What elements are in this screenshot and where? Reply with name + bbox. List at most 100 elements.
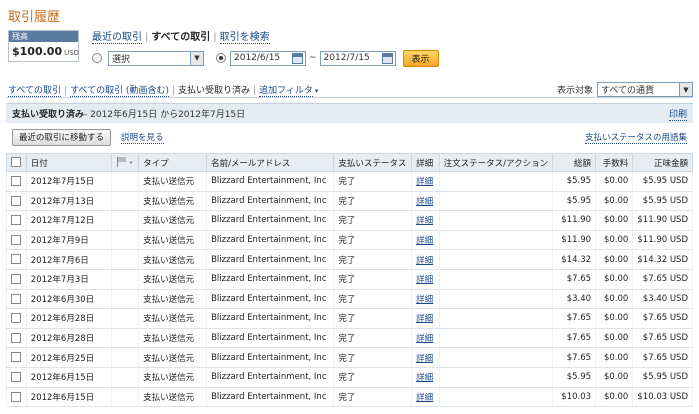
chevron-down-icon[interactable]: ▾ xyxy=(130,160,133,167)
cell-type: 支払い送信元 xyxy=(138,308,208,329)
show-button[interactable]: 表示 xyxy=(402,49,439,67)
row-checkbox[interactable] xyxy=(11,234,21,245)
cell-detail: 詳細 xyxy=(411,308,440,329)
transactions-table: 日付 ▾ タイプ 名前/メールアドレス 支払いステータス 詳細 注文ステータス/… xyxy=(6,153,693,408)
details-link[interactable]: 詳細 xyxy=(416,275,433,285)
cell-name: Blizzard Entertainment, Inc xyxy=(206,171,335,192)
cell-order xyxy=(438,230,554,251)
select-radio[interactable] xyxy=(92,53,102,63)
chevron-down-icon: ▼ xyxy=(679,83,692,96)
chevron-down-icon[interactable]: ▾ xyxy=(315,87,319,95)
subnav-separator: | xyxy=(253,86,257,96)
filter-row: 選択 ▼ 2012/6/15 ~ 2012/7/15 表示 xyxy=(92,49,439,67)
cell-type: 支払い送信元 xyxy=(138,210,208,231)
table-row: 2012年7月13日 支払い送信元 Blizzard Entertainment, … xyxy=(6,191,693,212)
header-type: タイプ xyxy=(138,153,208,172)
nav-all-transactions[interactable]: すべての取引 xyxy=(151,32,210,43)
cell-status: 完了 xyxy=(333,289,413,310)
cell-net: $3.40 USD xyxy=(632,289,693,310)
header-date[interactable]: 日付 xyxy=(25,153,112,172)
row-checkbox[interactable] xyxy=(11,254,21,265)
cell-status: 完了 xyxy=(333,230,413,251)
details-link[interactable]: 詳細 xyxy=(416,216,433,226)
show-help-link[interactable]: 説明を見る xyxy=(121,131,164,144)
nav-search-transactions[interactable]: 取引を検索 xyxy=(219,32,270,44)
cell-flag xyxy=(110,308,140,329)
date-from-input[interactable]: 2012/6/15 xyxy=(230,50,306,66)
row-checkbox[interactable] xyxy=(11,293,21,304)
status-glossary-link[interactable]: 支払いステータスの用語集 xyxy=(584,131,687,144)
chevron-down-icon: ▼ xyxy=(190,51,203,65)
details-link[interactable]: 詳細 xyxy=(416,197,433,207)
calendar-icon[interactable] xyxy=(292,52,303,64)
balance-label: 残高 xyxy=(9,31,78,42)
cell-gross: $7.65 xyxy=(552,269,597,290)
row-checkbox[interactable] xyxy=(11,195,21,206)
cell-fee: $0.00 xyxy=(595,347,634,368)
row-checkbox[interactable] xyxy=(11,215,21,226)
row-checkbox[interactable] xyxy=(11,391,21,402)
row-checkbox[interactable] xyxy=(11,371,21,382)
display-target-label: 表示対象 xyxy=(556,86,593,96)
details-link[interactable]: 詳細 xyxy=(416,314,433,324)
type-select[interactable]: 選択 ▼ xyxy=(108,50,204,66)
currency-select[interactable]: すべての通貨 ▼ xyxy=(597,82,693,97)
cell-date: 2012年7月3日 xyxy=(25,269,112,290)
date-to-input[interactable]: 2012/7/15 xyxy=(319,50,396,66)
details-link[interactable]: 詳細 xyxy=(416,354,433,364)
cell-name: Blizzard Entertainment, Inc xyxy=(206,191,335,212)
action-row: 最近の取引に移動する 説明を見る 支払いステータスの用語集 xyxy=(6,127,693,147)
nav-recent-transactions[interactable]: 最近の取引 xyxy=(92,32,142,44)
details-link[interactable]: 詳細 xyxy=(416,334,433,344)
date-from-value: 2012/6/15 xyxy=(234,53,281,63)
cell-gross: $5.95 xyxy=(552,367,597,388)
cell-status: 完了 xyxy=(333,328,413,349)
row-checkbox[interactable] xyxy=(11,176,21,187)
cell-net: $11.90 USD xyxy=(632,230,693,251)
cell-status: 完了 xyxy=(333,269,413,290)
details-link[interactable]: 詳細 xyxy=(416,177,433,187)
cell-flag xyxy=(110,387,140,408)
details-link[interactable]: 詳細 xyxy=(416,393,433,403)
table-row: 2012年6月25日 支払い送信元 Blizzard Entertainment, … xyxy=(6,347,693,368)
cell-net: $5.95 USD xyxy=(632,171,693,192)
cell-order xyxy=(438,171,554,192)
cell-flag xyxy=(110,269,140,290)
row-checkbox[interactable] xyxy=(11,313,21,324)
details-link[interactable]: 詳細 xyxy=(416,295,433,305)
subnav-all-incl-video[interactable]: すべての取引 (動画含む) xyxy=(70,86,169,97)
cell-type: 支払い送信元 xyxy=(138,289,208,310)
date-range-radio[interactable] xyxy=(216,53,226,63)
subnav-add-filter[interactable]: 追加フィルタ xyxy=(259,86,313,97)
table-header-row: 日付 ▾ タイプ 名前/メールアドレス 支払いステータス 詳細 注文ステータス/… xyxy=(6,153,693,172)
calendar-icon[interactable] xyxy=(381,52,393,64)
header-status: 支払いステータス xyxy=(333,153,413,172)
cell-order xyxy=(438,191,554,212)
row-checkbox[interactable] xyxy=(11,274,21,285)
date-range-tilde: ~ xyxy=(309,53,317,63)
table-row: 2012年7月6日 支払い送信元 Blizzard Entertainment, I… xyxy=(6,249,693,270)
cell-checkbox xyxy=(6,289,27,310)
cell-gross: $14.32 xyxy=(552,249,597,270)
move-to-recent-button[interactable]: 最近の取引に移動する xyxy=(12,128,112,146)
details-link[interactable]: 詳細 xyxy=(416,256,433,266)
cell-checkbox xyxy=(6,269,27,290)
header-name-email: 名前/メールアドレス xyxy=(206,153,335,172)
subnav-all[interactable]: すべての取引 xyxy=(8,86,62,97)
print-link[interactable]: 印刷 xyxy=(668,107,687,121)
cell-date: 2012年7月6日 xyxy=(25,249,112,270)
details-link[interactable]: 詳細 xyxy=(416,236,433,246)
cell-status: 完了 xyxy=(333,210,413,231)
select-all-checkbox[interactable] xyxy=(11,157,21,168)
cell-flag xyxy=(110,249,140,270)
row-checkbox[interactable] xyxy=(11,352,21,363)
cell-gross: $11.90 xyxy=(552,230,597,251)
details-link[interactable]: 詳細 xyxy=(416,373,433,383)
nav-separator: | xyxy=(213,32,217,43)
row-checkbox[interactable] xyxy=(11,332,21,343)
table-row: 2012年6月15日 支払い送信元 Blizzard Entertainment, … xyxy=(6,367,693,388)
balance-amount: $100.00 USD xyxy=(9,42,79,58)
flag-icon xyxy=(116,157,130,168)
cell-order xyxy=(438,249,554,270)
panel-heading-range: - 2012年6月15日 から2012年7月15日 xyxy=(84,110,246,120)
